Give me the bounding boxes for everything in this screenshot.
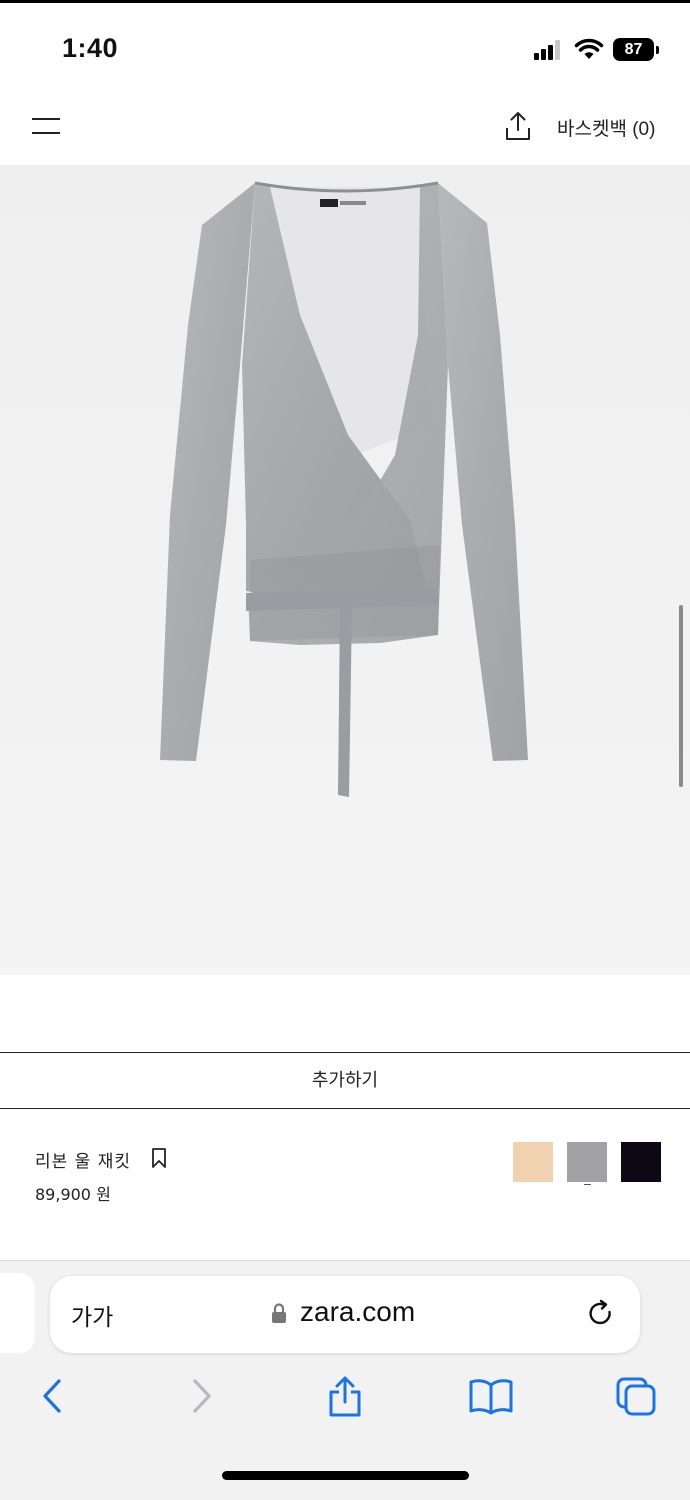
url-text[interactable]: zara.com [300,1296,415,1328]
selected-swatch-indicator [584,1184,591,1185]
product-info: 리본 울 재킷 89,900 원 [0,1109,690,1261]
color-swatch-gray[interactable] [567,1142,607,1182]
battery-level: 87 [613,38,654,61]
product-price: 89,900 원 [35,1185,111,1204]
status-time: 1:40 [62,33,119,63]
battery-icon: 87 [613,38,659,61]
forward-arrow-icon[interactable] [182,1375,222,1417]
hamburger-menu-icon[interactable] [32,116,60,136]
browser-bar: 가가 zara.com [0,1261,690,1500]
status-bar: 1:40 87 [0,0,690,90]
home-indicator [222,1471,469,1480]
wifi-icon [574,37,604,61]
text-size-button[interactable]: 가가 [71,1298,113,1332]
bookmark-icon[interactable] [151,1147,167,1169]
basket-link[interactable]: 바스켓백 (0) [557,114,655,141]
back-arrow-icon[interactable] [34,1375,74,1417]
tabs-icon[interactable] [614,1375,656,1417]
scrollbar[interactable] [679,605,683,787]
add-to-basket-button[interactable]: 추가하기 [0,1052,690,1109]
product-image[interactable] [0,165,690,975]
previous-tab-preview[interactable] [0,1273,35,1353]
site-header: 바스켓백 (0) [0,90,690,165]
lock-icon [271,1302,287,1324]
cellular-signal-icon [534,40,564,60]
share-icon[interactable] [503,110,533,142]
bookmarks-icon[interactable] [468,1375,513,1417]
reload-icon[interactable] [586,1299,616,1329]
address-bar[interactable]: 가가 zara.com [50,1276,640,1353]
product-name: 리본 울 재킷 [35,1152,132,1172]
color-swatch-beige[interactable] [513,1142,553,1182]
color-swatch-black[interactable] [621,1142,661,1182]
share-sheet-icon[interactable] [325,1375,365,1417]
